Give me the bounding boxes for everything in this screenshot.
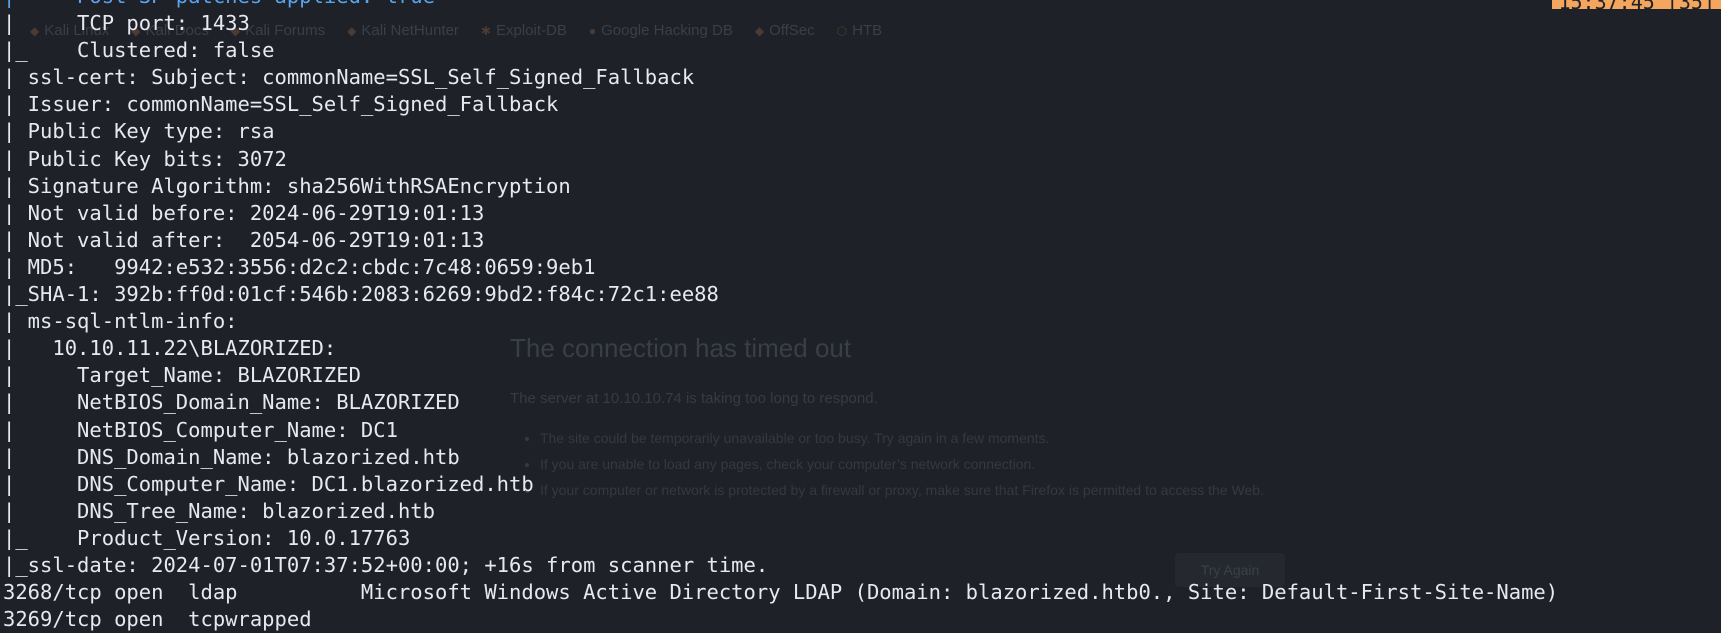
line-prefix: | bbox=[3, 119, 16, 144]
terminal-line: | Not valid before: 2024-06-29T19:01:13 bbox=[3, 200, 1721, 227]
terminal-line: | TCP port: 1433 bbox=[3, 10, 1721, 37]
terminal-line: | NetBIOS_Computer_Name: DC1 bbox=[3, 417, 1721, 444]
line-prefix: | bbox=[3, 254, 16, 279]
line-text: MD5: 9942:e532:3556:d2c2:cbdc:7c48:0659:… bbox=[15, 254, 596, 279]
line-text: ssl-cert: Subject: commonName=SSL_Self_S… bbox=[15, 65, 695, 90]
line-prefix: | bbox=[3, 65, 16, 90]
line-prefix: | bbox=[3, 444, 16, 469]
line-prefix: | bbox=[3, 200, 16, 225]
line-prefix: | bbox=[3, 336, 16, 361]
line-text: Public Key type: rsa bbox=[15, 119, 275, 144]
terminal-line: | 10.10.11.22\BLAZORIZED: bbox=[3, 335, 1721, 362]
line-text: Post-SP patches applied: true bbox=[15, 0, 435, 8]
line-text: TCP port: 1433 bbox=[15, 11, 250, 36]
terminal-line: | NetBIOS_Domain_Name: BLAZORIZED bbox=[3, 389, 1721, 416]
terminal-line: | Public Key type: rsa bbox=[3, 118, 1721, 145]
terminal-line: | Issuer: commonName=SSL_Self_Signed_Fal… bbox=[3, 91, 1721, 118]
line-prefix: | bbox=[3, 390, 16, 415]
line-text: Issuer: commonName=SSL_Self_Signed_Fallb… bbox=[15, 92, 559, 117]
screen: ◆ Kali Linux ◆ Kali Docs ◆ Kali Forums ◆ Kal… bbox=[0, 0, 1721, 633]
line-prefix: | bbox=[3, 552, 16, 577]
terminal-line: 3269/tcp open tcpwrapped bbox=[3, 606, 1721, 633]
line-prefix: | bbox=[3, 146, 16, 171]
line-text: Not valid before: 2024-06-29T19:01:13 bbox=[15, 200, 485, 225]
line-prefix: | bbox=[3, 11, 16, 36]
line-prefix: | bbox=[3, 471, 16, 496]
line-prefix: | bbox=[3, 227, 16, 252]
line-text: DNS_Computer_Name: DC1.blazorized.htb bbox=[15, 471, 534, 496]
terminal-output[interactable]: | Post-SP patches applied: true| TCP por… bbox=[0, 0, 1721, 631]
terminal-line: | Signature Algorithm: sha256WithRSAEncr… bbox=[3, 173, 1721, 200]
terminal-line: 3268/tcp open ldap Microsoft Windows Act… bbox=[3, 579, 1721, 606]
terminal-line: |_ Clustered: false bbox=[3, 37, 1721, 64]
line-text: ms-sql-ntlm-info: bbox=[15, 309, 238, 334]
line-text: 10.10.11.22\BLAZORIZED: bbox=[15, 336, 337, 361]
line-text: Not valid after: 2054-06-29T19:01:13 bbox=[15, 227, 485, 252]
terminal-line: |_ Product_Version: 10.0.17763 bbox=[3, 525, 1721, 552]
line-text: DNS_Domain_Name: blazorized.htb bbox=[15, 444, 460, 469]
terminal-line: | ms-sql-ntlm-info: bbox=[3, 308, 1721, 335]
line-prefix: | bbox=[3, 498, 16, 523]
line-text: NetBIOS_Computer_Name: DC1 bbox=[15, 417, 398, 442]
terminal-line: | MD5: 9942:e532:3556:d2c2:cbdc:7c48:065… bbox=[3, 254, 1721, 281]
terminal-line: | Public Key bits: 3072 bbox=[3, 146, 1721, 173]
terminal-line: | DNS_Computer_Name: DC1.blazorized.htb bbox=[3, 471, 1721, 498]
line-text: Target_Name: BLAZORIZED bbox=[15, 363, 361, 388]
line-prefix: | bbox=[3, 92, 16, 117]
line-prefix: |_ bbox=[3, 38, 28, 63]
terminal-line: | Post-SP patches applied: true bbox=[3, 0, 1721, 10]
terminal-line: |_SHA-1: 392b:ff0d:01cf:546b:2083:6269:9… bbox=[3, 281, 1721, 308]
line-prefix: |_ bbox=[3, 525, 28, 550]
line-prefix: | bbox=[3, 0, 15, 8]
terminal-line: | Target_Name: BLAZORIZED bbox=[3, 362, 1721, 389]
line-text: 3269/tcp open tcpwrapped bbox=[3, 607, 312, 632]
line-text: 3268/tcp open ldap Microsoft Windows Act… bbox=[3, 580, 1559, 605]
line-text: Signature Algorithm: sha256WithRSAEncryp… bbox=[15, 173, 571, 198]
line-prefix: | bbox=[3, 417, 16, 442]
terminal-line: | ssl-cert: Subject: commonName=SSL_Self… bbox=[3, 64, 1721, 91]
line-prefix: | bbox=[3, 309, 16, 334]
line-text: NetBIOS_Domain_Name: BLAZORIZED bbox=[15, 390, 460, 415]
line-prefix: | bbox=[3, 363, 16, 388]
line-text: Clustered: false bbox=[27, 38, 275, 63]
terminal-line: | DNS_Domain_Name: blazorized.htb bbox=[3, 444, 1721, 471]
terminal-line: |_ssl-date: 2024-07-01T07:37:52+00:00; +… bbox=[3, 552, 1721, 579]
line-text: Product_Version: 10.0.17763 bbox=[27, 525, 411, 550]
line-prefix: | bbox=[3, 173, 16, 198]
terminal-line: | DNS_Tree_Name: blazorized.htb bbox=[3, 498, 1721, 525]
terminal-line: | Not valid after: 2054-06-29T19:01:13 bbox=[3, 227, 1721, 254]
line-text: _ssl-date: 2024-07-01T07:37:52+00:00; +1… bbox=[15, 552, 769, 577]
line-prefix: | bbox=[3, 282, 16, 307]
line-text: DNS_Tree_Name: blazorized.htb bbox=[15, 498, 435, 523]
line-text: _SHA-1: 392b:ff0d:01cf:546b:2083:6269:9b… bbox=[15, 282, 719, 307]
line-text: Public Key bits: 3072 bbox=[15, 146, 287, 171]
